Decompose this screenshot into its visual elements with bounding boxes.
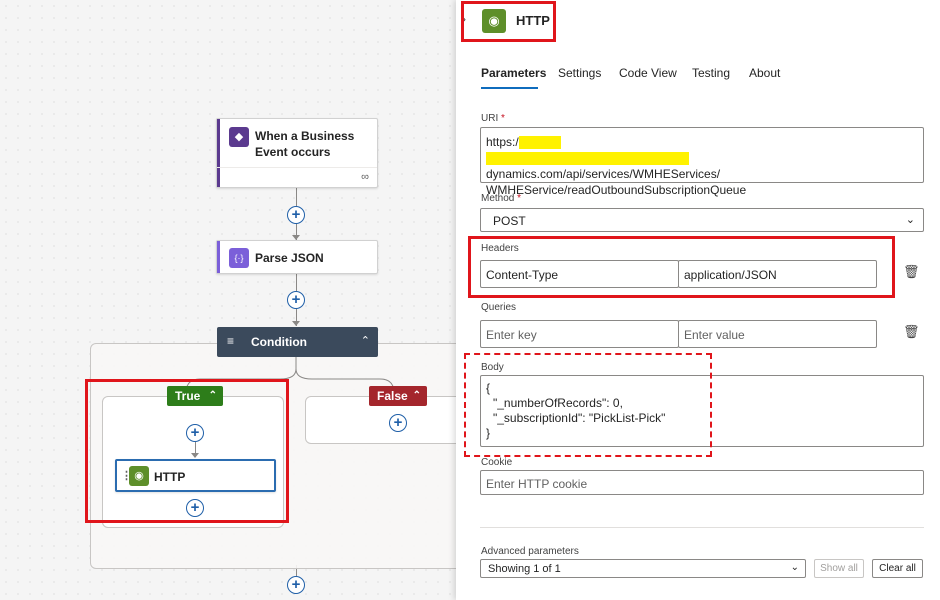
chevron-up-icon[interactable]: ⌃: [413, 386, 421, 406]
uri-input[interactable]: https:/ dynamics.com/api/services/WMHESe…: [480, 127, 924, 197]
body-line: "_numberOfRecords": 0,: [493, 396, 623, 410]
uri-label: URI *: [481, 113, 505, 124]
parse-json-card[interactable]: {·} Parse JSON: [216, 240, 378, 274]
show-all-button[interactable]: Show all: [814, 559, 864, 578]
true-label-text: True: [175, 389, 201, 403]
body-line: {: [486, 381, 491, 395]
query-key-placeholder: Enter key: [486, 328, 537, 342]
globe-icon: ◉: [482, 9, 506, 33]
header-value-input[interactable]: application/JSON: [678, 260, 877, 288]
condition-header[interactable]: ≡ Condition ⌃: [217, 327, 378, 357]
tab-about[interactable]: About: [749, 66, 780, 80]
method-value: POST: [493, 214, 526, 228]
chevron-down-icon: ⌄: [790, 562, 799, 573]
delete-icon[interactable]: 🗑: [903, 324, 920, 340]
cookie-placeholder: Enter HTTP cookie: [486, 477, 588, 491]
insert-step-button[interactable]: +: [287, 206, 305, 224]
delete-icon[interactable]: 🗑: [903, 264, 920, 280]
card-accent: [217, 119, 220, 187]
queries-label: Queries: [481, 302, 517, 313]
connector-arrow: [191, 453, 199, 458]
tab-settings[interactable]: Settings: [558, 66, 601, 80]
advanced-parameters-select[interactable]: Showing 1 of 1 ⌄: [480, 559, 806, 578]
uri-text: WMHEService/readOutboundSubscriptionQueu…: [486, 183, 747, 197]
body-line: "_subscriptionId": "PickList-Pick": [493, 411, 666, 425]
advanced-parameters-value: Showing 1 of 1: [488, 563, 561, 575]
body-line: }: [486, 426, 491, 440]
body-label: Body: [481, 362, 504, 373]
tab-testing[interactable]: Testing: [692, 66, 730, 80]
query-value-input[interactable]: Enter value: [678, 320, 877, 348]
header-key-input[interactable]: Content-Type: [480, 260, 679, 288]
http-action-card[interactable]: ⋮ ◉ HTTP: [115, 459, 276, 492]
http-action-title: HTTP: [154, 470, 186, 484]
tab-underline: [481, 87, 538, 89]
insert-step-button[interactable]: +: [287, 576, 305, 594]
card-accent: [217, 241, 220, 273]
chevron-up-icon[interactable]: ⌃: [361, 334, 370, 347]
header-key-value: Content-Type: [486, 268, 559, 282]
condition-icon: ≡: [227, 334, 235, 348]
uri-text: https:/: [486, 135, 519, 149]
query-key-input[interactable]: Enter key: [480, 320, 679, 348]
method-label: Method *: [481, 193, 522, 204]
insert-step-button[interactable]: +: [287, 291, 305, 309]
false-branch-label[interactable]: False ⌃: [369, 386, 427, 406]
headers-label: Headers: [481, 243, 519, 254]
card-divider: [217, 167, 377, 168]
condition-title: Condition: [251, 335, 307, 349]
trigger-card[interactable]: ◆ When a Business Event occurs ∞: [216, 118, 378, 188]
parse-json-icon: {·}: [229, 248, 249, 268]
connector-arrow: [292, 321, 300, 326]
business-event-icon: ◆: [229, 127, 249, 147]
chevron-right-icon[interactable]: ›: [462, 12, 466, 26]
insert-step-button[interactable]: +: [389, 414, 407, 432]
parse-json-title: Parse JSON: [255, 251, 324, 265]
header-value-value: application/JSON: [684, 268, 777, 282]
body-editor[interactable]: { "_numberOfRecords": 0, "_subscriptionI…: [480, 375, 924, 447]
cookie-input[interactable]: Enter HTTP cookie: [480, 470, 924, 495]
false-label-text: False: [377, 389, 408, 403]
tab-code-view[interactable]: Code View: [619, 66, 677, 80]
panel-title[interactable]: HTTP: [516, 13, 550, 28]
action-details-panel: › ◉ HTTP Parameters Settings Code View T…: [456, 0, 940, 600]
redacted-region: [518, 136, 561, 150]
workflow-canvas[interactable]: + + ◆ When a Business Event occurs ∞ {·}…: [0, 0, 456, 600]
tab-parameters[interactable]: Parameters: [481, 66, 546, 80]
method-select[interactable]: POST ⌄: [480, 208, 924, 232]
cookie-label: Cookie: [481, 457, 513, 468]
true-branch-label[interactable]: True ⌃: [167, 386, 223, 406]
insert-step-button[interactable]: +: [186, 499, 204, 517]
uri-text: dynamics.com/api/services/WMHEServices/: [486, 167, 721, 181]
chevron-down-icon: ⌄: [905, 214, 915, 226]
insert-step-button[interactable]: +: [186, 424, 204, 442]
advanced-parameters-label: Advanced parameters: [481, 546, 579, 557]
divider: [480, 527, 924, 528]
link-icon: ∞: [361, 171, 369, 183]
query-value-placeholder: Enter value: [684, 328, 745, 342]
chevron-up-icon[interactable]: ⌃: [209, 386, 217, 406]
redacted-region: [486, 152, 689, 166]
clear-all-button[interactable]: Clear all: [872, 559, 923, 578]
trigger-title: When a Business Event occurs: [255, 129, 355, 159]
globe-icon: ◉: [129, 466, 149, 486]
